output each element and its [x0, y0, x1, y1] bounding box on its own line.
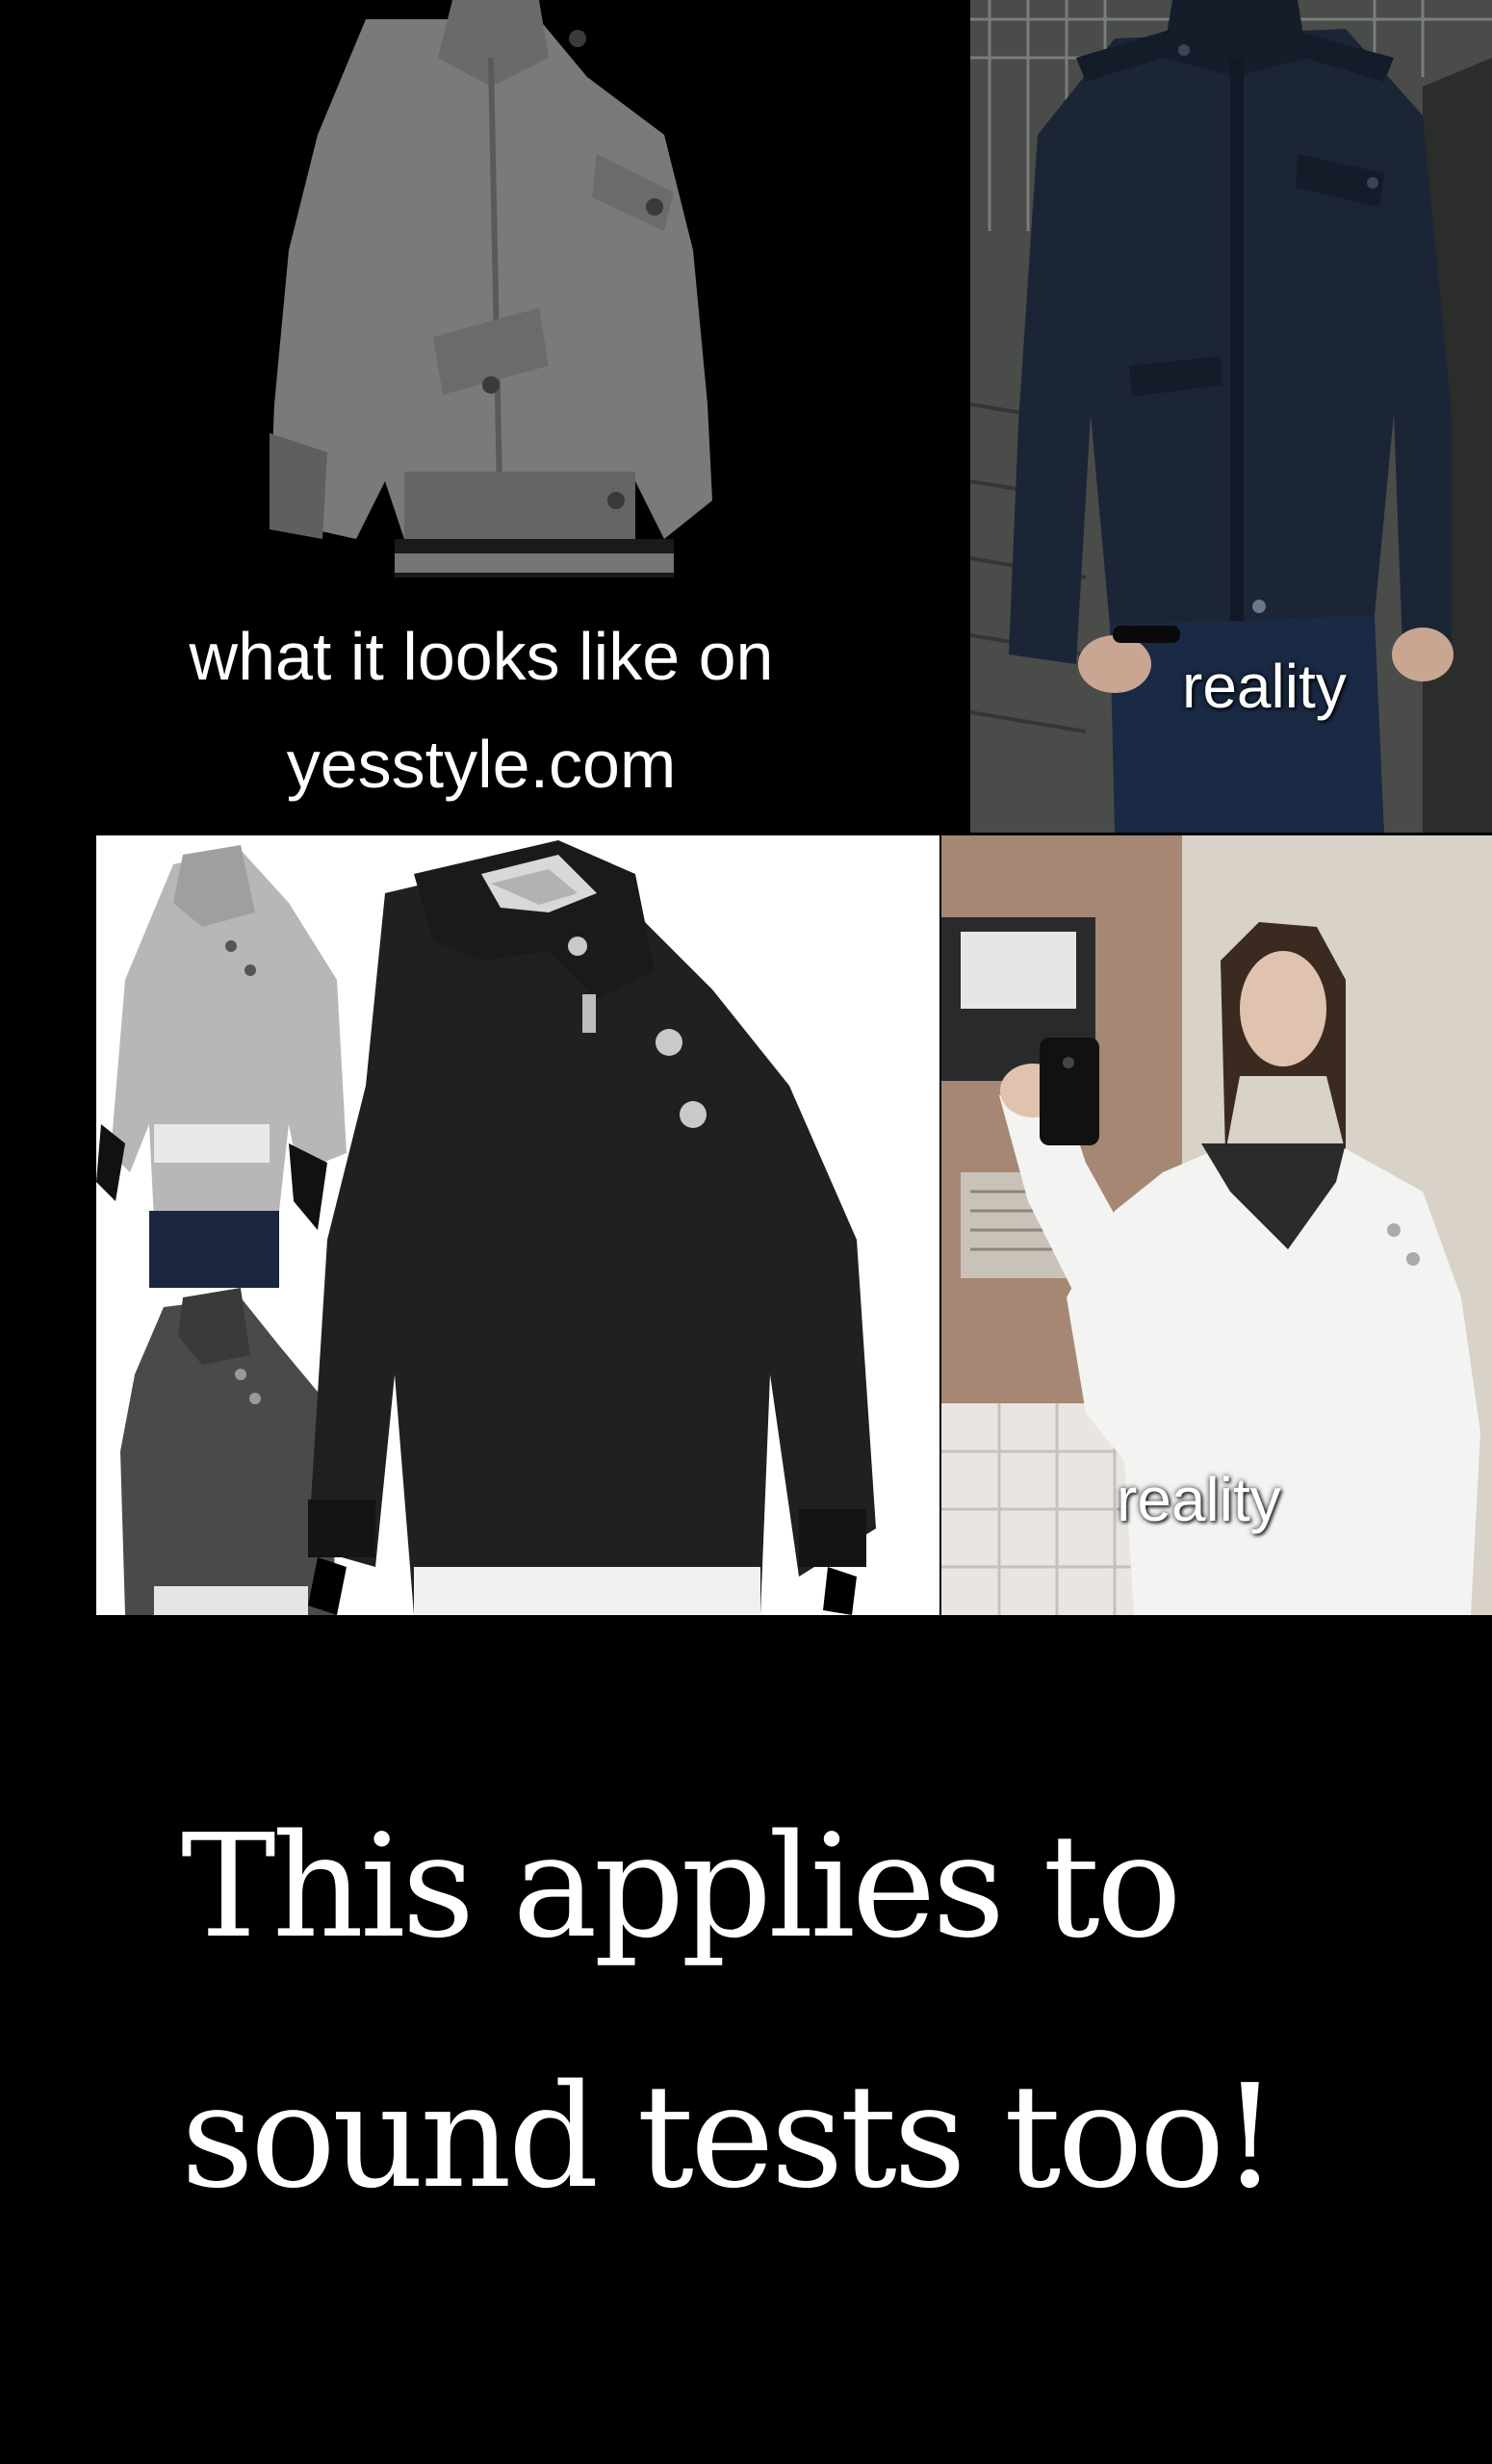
caption-reality-bottom: reality	[1117, 1465, 1281, 1534]
reality-photo-white-hoodie: reality	[941, 835, 1492, 1615]
headline-line-1: This applies to	[181, 1804, 1182, 1969]
caption-what-it-looks-like: what it looks like on	[189, 619, 774, 694]
reality-photo-navy-jacket: reality	[970, 0, 1492, 833]
hoodie-collage-illustration	[96, 835, 939, 1615]
product-photo-hoodies	[96, 835, 939, 1615]
headline-line-2: sound tests too!	[181, 2054, 1278, 2220]
product-photo-jacket-grey: what it looks like on yesstyle.com	[0, 0, 963, 833]
caption-reality-top: reality	[1182, 652, 1347, 721]
grey-jacket-illustration	[270, 0, 712, 578]
caption-site-name: yesstyle.com	[286, 727, 677, 802]
